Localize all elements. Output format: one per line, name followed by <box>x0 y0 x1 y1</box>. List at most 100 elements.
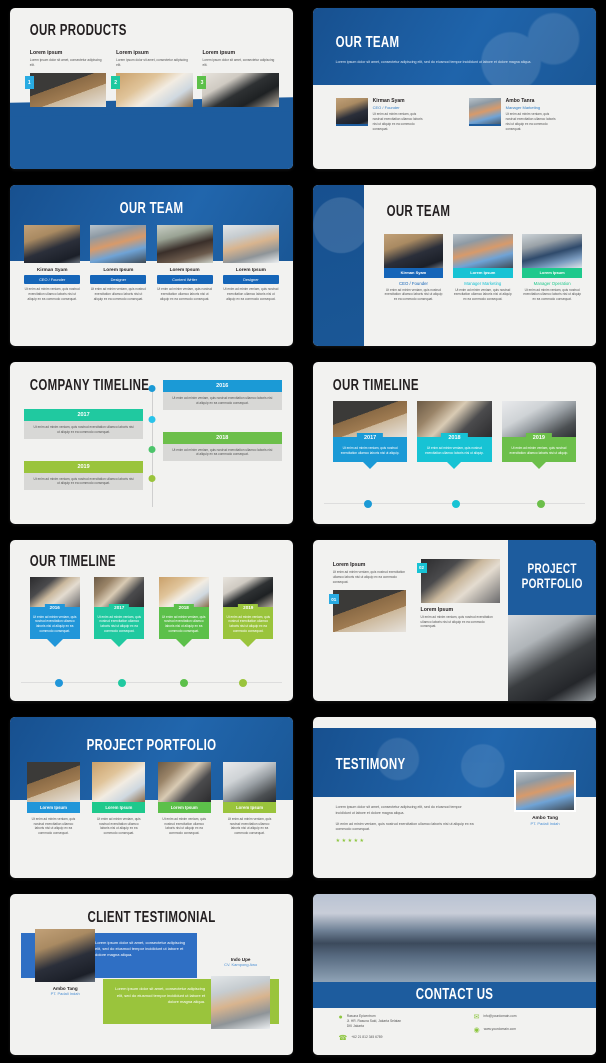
avatar <box>90 225 147 264</box>
slide-contact-us[interactable]: CONTACT US ● Rasuna Epicentrum Jl. HR. R… <box>313 893 596 1055</box>
timeline-entry[interactable]: 2017 Ut enim ad minim veniam, quis nostr… <box>24 409 143 439</box>
contact-item-phone[interactable]: ☎ +62 21 812 345 6789 <box>338 1035 459 1042</box>
author-company: PT. Padali Indah <box>530 820 560 826</box>
portfolio-block-01[interactable]: Lorem Ipsum Ut enim ad minim veniam, qui… <box>328 562 407 633</box>
team-member[interactable]: Ambo Tanra Manager Marketing Ut enim ad … <box>468 98 558 131</box>
slide-our-timeline-three[interactable]: OUR TIMELINE 2017 Ut enim ad minim venia… <box>313 362 596 524</box>
slide-our-team-hero[interactable]: OUR TEAM Lorem ipsum dolor sit amet, con… <box>313 8 596 170</box>
slide-testimony[interactable]: TESTIMONY Lorem ipsum dolor sit amet, co… <box>313 716 596 878</box>
team-card[interactable]: Lorem Ipsum Manager Operation Ut enim ad… <box>522 233 582 302</box>
timeline-card[interactable]: 2017 Ut enim ad minim veniam, quis nostr… <box>332 401 408 469</box>
portfolio-body: Ut enim ad minim veniam, quis nostrud ex… <box>162 816 206 836</box>
portfolio-card[interactable]: Lorem Ipsum Ut enim ad minim veniam, qui… <box>157 761 211 840</box>
slide-client-testimonial[interactable]: CLIENT TESTIMONIAL Lorem ipsum dolor sit… <box>10 893 293 1055</box>
timeline-card[interactable]: 2019 Ut enim ad minim veniam, quis nostr… <box>223 576 274 647</box>
member-body: Ut enim ad minim veniam, quis nostrud ex… <box>157 287 213 302</box>
block-image: 02 <box>416 558 500 603</box>
member-body: Ut enim ad minim veniam, quis nostrud ex… <box>523 287 581 302</box>
timeline-year: 2017 <box>24 409 143 422</box>
timeline-entry[interactable]: 2016 Ut enim ad minim veniam, quis nostr… <box>162 380 282 410</box>
slide-cell-our-team-three[interactable]: OUR TEAM Kirman Syam CEO / Founder Ut en… <box>303 177 606 354</box>
product-image: 1 <box>24 73 107 108</box>
timeline-card[interactable]: 2018 Ut enim ad minim veniam, quis nostr… <box>417 401 492 469</box>
team-member[interactable]: Kirman Syam CEO / Founder Ut enim ad min… <box>335 98 425 131</box>
timeline-entry[interactable]: 2018 Ut enim ad minim veniam, quis nostr… <box>162 431 282 462</box>
team-card[interactable]: Lorem Ipsum Manager Marketing Ut enim ad… <box>453 233 513 302</box>
timeline-dot <box>148 475 155 483</box>
product-body: Lorem ipsum dolor sit amet, consectetur … <box>29 57 102 67</box>
product-column[interactable]: Lorem ipsum Lorem ipsum dolor sit amet, … <box>197 50 279 108</box>
page-title: COMPANY TIMELINE <box>29 378 150 395</box>
slide-cell-client-testimonial[interactable]: CLIENT TESTIMONIAL Lorem ipsum dolor sit… <box>0 886 303 1063</box>
timeline-dot <box>117 678 126 687</box>
envelope-icon: ✉ <box>473 1014 480 1022</box>
timeline-year: 2019 <box>24 460 143 473</box>
blue-band <box>10 107 293 170</box>
portfolio-label: Lorem Ipsum <box>92 801 146 813</box>
timeline-dot <box>148 415 155 423</box>
slide-cell-contact-us[interactable]: CONTACT US ● Rasuna Epicentrum Jl. HR. R… <box>303 886 606 1063</box>
timeline-entry[interactable]: 2019 Ut enim ad minim veniam, quis nostr… <box>24 460 143 491</box>
arrow-down <box>175 638 192 647</box>
slide-cell-our-timeline-three[interactable]: OUR TIMELINE 2017 Ut enim ad minim venia… <box>303 354 606 531</box>
arrow-down <box>46 638 63 647</box>
team-card[interactable]: Lorem Ipsum Designer Ut enim ad minim ve… <box>222 225 279 301</box>
avatar <box>453 233 513 268</box>
slide-cell-project-portfolio-split[interactable]: PROJECT PORTFOLIO Lorem Ipsum Ut enim ad… <box>303 532 606 709</box>
slide-cell-our-team-hero[interactable]: OUR TEAM Lorem ipsum dolor sit amet, con… <box>303 0 606 177</box>
author-block[interactable]: Ambo Tang PT. Padali Indah <box>513 769 577 826</box>
product-image: 3 <box>197 73 279 108</box>
email-text: info@yourdomain.com <box>483 1014 517 1019</box>
contact-item-email[interactable]: ✉ info@yourdomain.com <box>474 1014 571 1021</box>
slide-cell-testimony[interactable]: TESTIMONY Lorem ipsum dolor sit amet, co… <box>303 709 606 886</box>
avatar <box>156 225 213 264</box>
team-card[interactable]: Lorem Ipsum Designer Ut enim ad minim ve… <box>90 225 147 301</box>
portfolio-card[interactable]: Lorem Ipsum Ut enim ad minim veniam, qui… <box>223 761 277 840</box>
arrow-down <box>531 461 546 469</box>
team-card[interactable]: Kirman Syam CEO / Founder Ut enim ad min… <box>383 233 444 302</box>
contact-column-right: ✉ info@yourdomain.com ◉ www.yourdomain.c… <box>474 1014 571 1049</box>
timeline-card[interactable]: 2019 Ut enim ad minim veniam, quis nostr… <box>501 401 577 469</box>
portfolio-card[interactable]: Lorem Ipsum Ut enim ad minim veniam, qui… <box>26 761 80 840</box>
timeline-card[interactable]: 2018 Ut enim ad minim veniam, quis nostr… <box>158 576 209 647</box>
author-block[interactable]: Indo Upe CV. Kampong Awo <box>200 957 282 967</box>
slide-project-portfolio-split[interactable]: PROJECT PORTFOLIO Lorem Ipsum Ut enim ad… <box>313 539 596 701</box>
product-column[interactable]: Lorem ipsum Lorem ipsum dolor sit amet, … <box>24 49 107 108</box>
author-block[interactable]: Ambo Tang PT. Padali Indah <box>24 986 106 996</box>
slide-cell-company-timeline[interactable]: COMPANY TIMELINE 2016 Ut enim ad minim v… <box>0 354 303 531</box>
slide-cell-project-portfolio-four[interactable]: PROJECT PORTFOLIO Lorem Ipsum Ut enim ad… <box>0 709 303 886</box>
contact-item-address[interactable]: ● Rasuna Epicentrum Jl. HR. Rasuna Said,… <box>338 1014 459 1028</box>
slide-project-portfolio-four[interactable]: PROJECT PORTFOLIO Lorem Ipsum Ut enim ad… <box>10 716 293 878</box>
slide-our-team-four[interactable]: OUR TEAM Kirman Syam CEO / Founder Ut en… <box>10 185 293 347</box>
timeline-dot <box>55 678 64 687</box>
slide-our-products[interactable]: OUR PRODUCTS Lorem ipsum Lorem ipsum dol… <box>10 8 293 170</box>
timeline-year: 2017 <box>356 433 384 443</box>
member-role-badge: Designer <box>222 275 279 285</box>
quote-para-1: Lorem ipsum dolor sit amet, consectetur … <box>335 805 462 815</box>
contact-item-website[interactable]: ◉ www.yourdomain.com <box>474 1027 571 1034</box>
portfolio-card[interactable]: Lorem Ipsum Ut enim ad minim veniam, qui… <box>92 761 146 840</box>
timeline-card[interactable]: 2016 Ut enim ad minim veniam, quis nostr… <box>29 576 80 647</box>
photo-office: 2019 <box>501 401 577 443</box>
slide-cell-our-products[interactable]: OUR PRODUCTS Lorem ipsum Lorem ipsum dol… <box>0 0 303 177</box>
photo-desk <box>332 590 407 633</box>
team-card[interactable]: Lorem Ipsum Content Writer Ut enim ad mi… <box>156 225 213 302</box>
product-heading: Lorem ipsum <box>29 49 63 56</box>
arrow-down <box>111 638 128 647</box>
slide-cell-our-team-four[interactable]: OUR TEAM Kirman Syam CEO / Founder Ut en… <box>0 177 303 354</box>
slide-cell-our-timeline-four[interactable]: OUR TIMELINE 2016 Ut enim ad minim venia… <box>0 532 303 709</box>
slide-company-timeline[interactable]: COMPANY TIMELINE 2016 Ut enim ad minim v… <box>10 362 293 524</box>
timeline-card[interactable]: 2017 Ut enim ad minim veniam, quis nostr… <box>94 576 145 647</box>
member-name-badge: Lorem Ipsum <box>453 267 513 278</box>
member-role-badge: Content Writer <box>156 275 213 285</box>
team-card[interactable]: Kirman Syam CEO / Founder Ut enim ad min… <box>24 225 81 301</box>
photo-desk: 2017 <box>332 401 408 443</box>
product-heading: Lorem ipsum <box>116 49 149 56</box>
portfolio-block-02[interactable]: 02 Lorem Ipsum Ut enim ad minim veniam, … <box>416 558 500 629</box>
slide-our-team-three[interactable]: OUR TEAM Kirman Syam CEO / Founder Ut en… <box>313 185 596 347</box>
right-panel: PROJECT PORTFOLIO <box>508 539 596 701</box>
timeline-body: Ut enim ad minim veniam, quis nostrud ex… <box>24 472 143 491</box>
slide-our-timeline-four[interactable]: OUR TIMELINE 2016 Ut enim ad minim venia… <box>10 539 293 701</box>
page-title: OUR TIMELINE <box>332 378 419 395</box>
product-column[interactable]: Lorem ipsum Lorem ipsum dolor sit amet, … <box>111 49 193 108</box>
